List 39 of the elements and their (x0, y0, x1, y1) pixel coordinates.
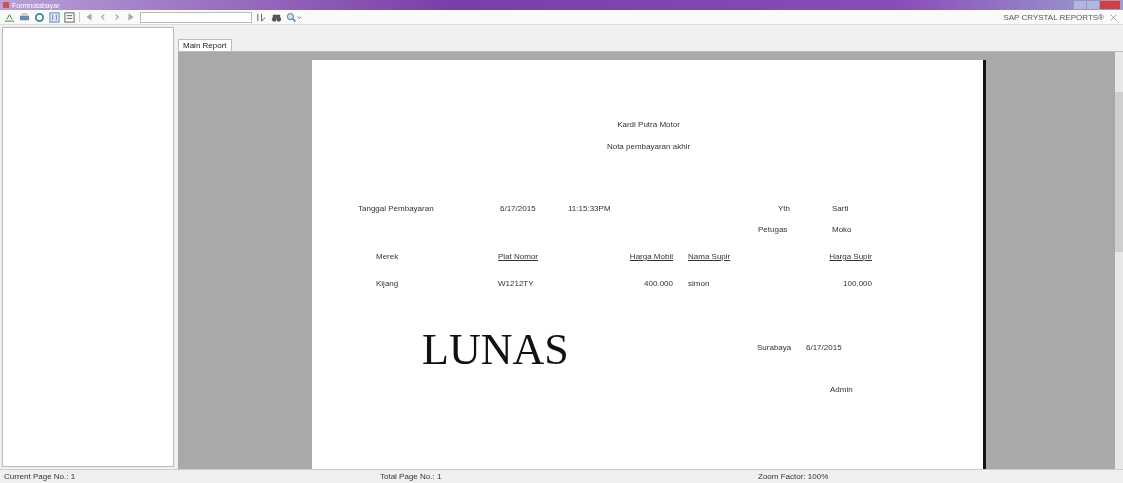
payment-time: 11:15:33PM (568, 204, 611, 213)
report-tab[interactable]: Main Report (178, 39, 232, 51)
table-cell: simon (688, 279, 710, 288)
parameter-panel-icon[interactable] (64, 11, 75, 23)
column-header: Plat Nomor (498, 252, 538, 261)
status-text: Zoom Factor: 100% (758, 472, 829, 481)
signer-name: Admin (830, 385, 853, 394)
column-header: Nama Supir (688, 252, 731, 261)
brand-label: SAP CRYSTAL REPORTS® (1003, 12, 1104, 22)
table-cell-text: 400.000 (643, 279, 673, 288)
group-tree-icon[interactable] (49, 11, 60, 23)
print-icon[interactable] (19, 11, 30, 23)
table-cell: Kijang (376, 279, 399, 288)
recipient-name: Sarti (832, 204, 849, 213)
column-header: Merek (376, 252, 399, 261)
field-label: Petugas (758, 225, 788, 234)
status-text: Total Page No.: 1 (380, 472, 443, 481)
column-header: Harga Mobil (628, 252, 673, 261)
column-header: Harga Supir (828, 252, 872, 261)
payment-date: 6/17/2015 (500, 204, 536, 213)
table-cell-text: 100.000 (842, 279, 872, 288)
first-page-button[interactable] (84, 12, 94, 22)
field-label: Yth (778, 204, 790, 213)
report-subtitle: Nota pembayaran akhir (605, 142, 692, 151)
table-cell: W1212TY (498, 279, 534, 288)
last-page-button[interactable] (126, 12, 136, 22)
refresh-icon[interactable] (34, 11, 45, 23)
export-icon[interactable] (4, 11, 15, 23)
vertical-scrollbar[interactable] (1115, 52, 1123, 469)
paid-status-text: LUNAS (422, 328, 569, 372)
sign-date: 6/17/2015 (806, 343, 842, 352)
city-name: Surabaya (757, 343, 792, 352)
zoom-icon[interactable] (286, 11, 302, 23)
field-label: Tanggal Pembayaran (358, 204, 434, 213)
officer-name: Moko (832, 225, 852, 234)
status-text: Current Page No.: 1 (4, 472, 77, 481)
page-field[interactable] (140, 11, 252, 23)
company-name: Kardi Putra Motor (616, 120, 681, 129)
app-icon (3, 2, 9, 8)
